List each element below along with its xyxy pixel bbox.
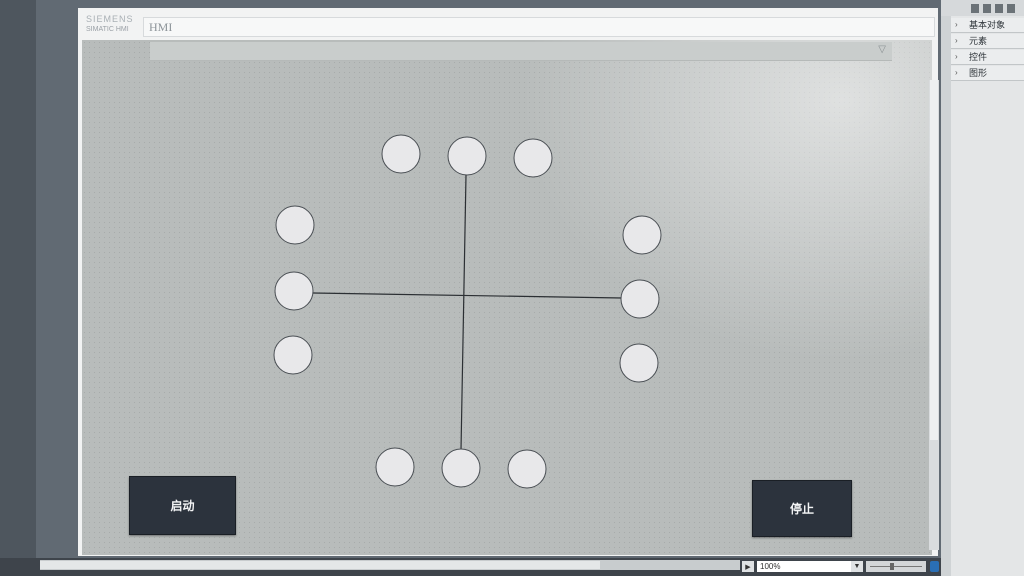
circle-bottom-right[interactable] [507, 449, 547, 489]
start-button[interactable]: 启动 [129, 476, 236, 535]
circle-left-bottom[interactable] [273, 335, 313, 375]
circle-bottom-left[interactable] [375, 447, 415, 487]
zoom-slider[interactable] [866, 561, 926, 572]
toolbox-section-controls[interactable]: › 控件 [951, 50, 1024, 65]
horizontal-scroll-thumb[interactable] [40, 561, 600, 569]
grid-icon[interactable] [1007, 3, 1015, 13]
section-label: 元素 [969, 36, 988, 46]
vertical-line[interactable] [460, 174, 467, 451]
zoom-slider-knob[interactable] [890, 563, 894, 570]
section-label: 图形 [969, 68, 988, 78]
stop-button[interactable]: 停止 [752, 480, 852, 537]
circle-top-left[interactable] [381, 134, 421, 174]
zoom-slider-track [870, 566, 922, 567]
horizontal-scrollbar[interactable] [40, 560, 740, 570]
vertical-scrollbar[interactable] [929, 80, 939, 550]
circle-right-middle[interactable] [620, 279, 660, 319]
chevron-right-icon: › [955, 68, 958, 77]
scroll-right-icon[interactable]: ▶ [742, 561, 754, 572]
toolbox-toolbar [941, 0, 1024, 16]
horizontal-line[interactable] [312, 292, 623, 299]
toolbox-panel: › 基本对象 › 元素 › 控件 › 图形 [941, 0, 1024, 576]
circle-left-middle[interactable] [274, 271, 314, 311]
circle-right-bottom[interactable] [619, 343, 659, 383]
chevron-right-icon: › [955, 36, 958, 45]
pointer-icon[interactable] [971, 3, 979, 13]
toolbox-section-elements[interactable]: › 元素 [951, 34, 1024, 49]
chevron-right-icon: › [955, 52, 958, 61]
info-icon[interactable] [995, 3, 1003, 13]
toolbox-side-strip [941, 16, 951, 576]
circle-right-top[interactable] [622, 215, 662, 255]
toolbox-section-graphics[interactable]: › 图形 [951, 66, 1024, 81]
circle-top-right[interactable] [513, 138, 553, 178]
section-label: 控件 [969, 52, 988, 62]
line-tool-icon[interactable] [983, 3, 991, 13]
toolbox-section-basic-objects[interactable]: › 基本对象 [951, 18, 1024, 33]
circle-bottom-center[interactable] [441, 448, 481, 488]
vertical-scroll-thumb[interactable] [930, 80, 938, 440]
circle-left-top[interactable] [275, 205, 315, 245]
zoom-level-field[interactable]: 100% [757, 561, 852, 572]
zoom-fit-icon[interactable] [930, 561, 939, 572]
chevron-right-icon: › [955, 20, 958, 29]
section-label: 基本对象 [969, 20, 1006, 30]
circle-top-center[interactable] [447, 136, 487, 176]
zoom-dropdown-icon[interactable]: ▼ [851, 561, 863, 572]
